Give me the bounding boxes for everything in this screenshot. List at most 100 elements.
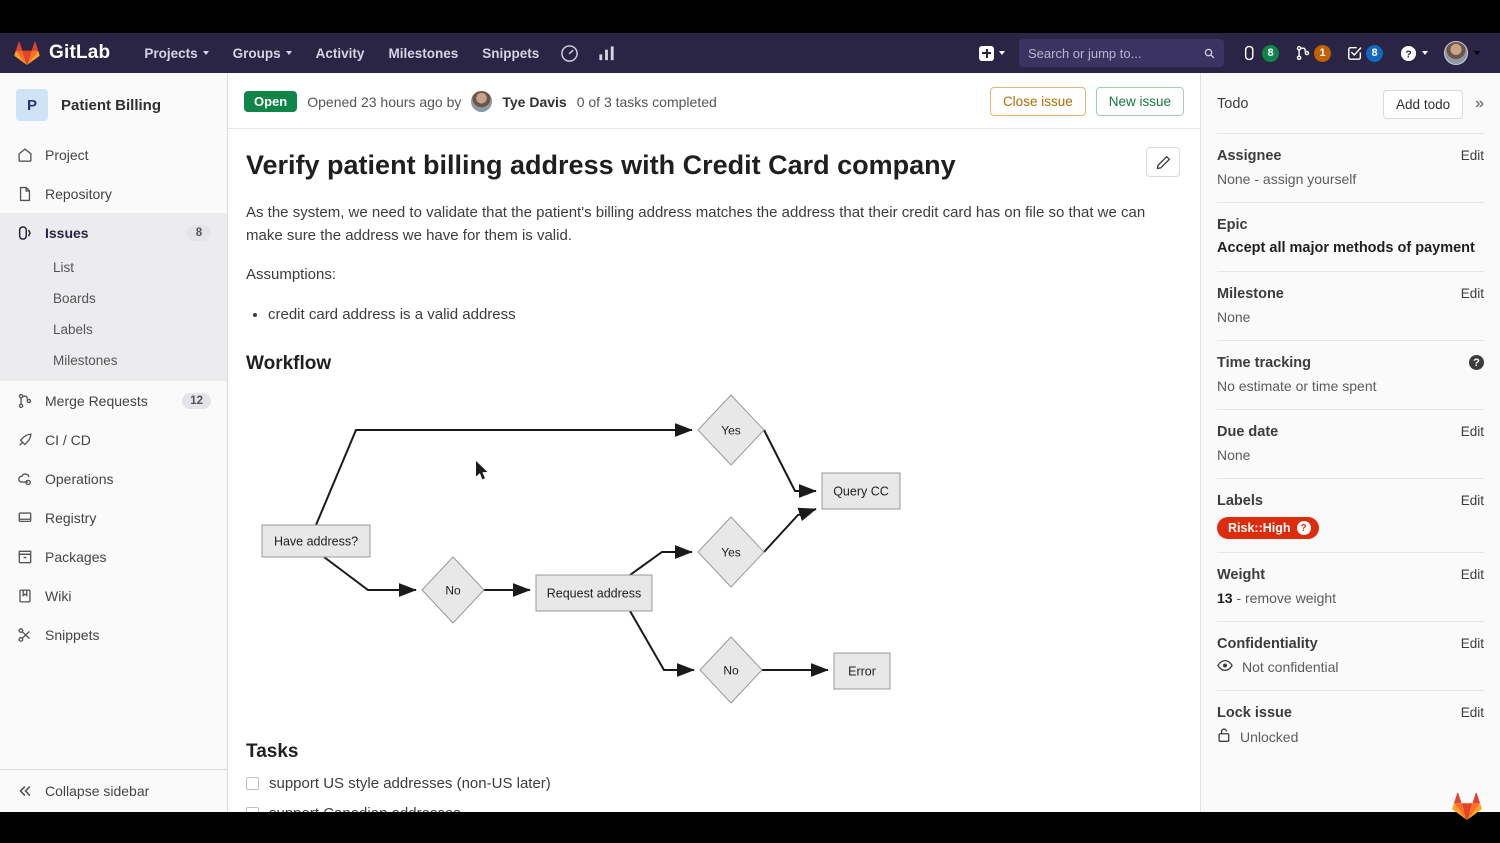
author-avatar[interactable] bbox=[471, 91, 493, 112]
chevron-double-left-icon bbox=[16, 783, 33, 800]
edit-issue-button[interactable] bbox=[1146, 147, 1180, 177]
nav-link-projects[interactable]: Projects bbox=[132, 38, 220, 69]
search-input[interactable] bbox=[1028, 45, 1204, 61]
label-chip-risk-high[interactable]: Risk::High ? bbox=[1217, 517, 1319, 540]
issue-author[interactable]: Tye Davis bbox=[502, 94, 566, 110]
time-tracking-help-icon[interactable]: ? bbox=[1469, 355, 1484, 371]
sidebar-item-packages[interactable]: Packages bbox=[0, 537, 227, 576]
label-help-icon[interactable]: ? bbox=[1296, 521, 1311, 536]
sidebar-item-ci-cd[interactable]: CI / CD bbox=[0, 420, 227, 459]
navbar-todos-counter[interactable]: 8 bbox=[1340, 40, 1390, 67]
task-row: support Canadian addresses bbox=[246, 805, 1172, 813]
collapse-sidebar-button[interactable]: Collapse sidebar bbox=[0, 769, 228, 812]
sidebar-item-project[interactable]: Project bbox=[0, 135, 227, 174]
weight-title: Weight bbox=[1217, 567, 1266, 584]
nav-link-groups[interactable]: Groups bbox=[221, 38, 304, 69]
mouse-cursor bbox=[476, 461, 490, 481]
sidebar-subitem-list[interactable]: List bbox=[0, 252, 227, 283]
nav-link-snippets[interactable]: Snippets bbox=[470, 38, 551, 69]
confidentiality-block: Confidentiality Edit Not confidential bbox=[1217, 621, 1484, 690]
package-icon bbox=[16, 548, 33, 565]
sidebar-mr-count: 12 bbox=[182, 392, 211, 409]
screen: GitLab Projects Groups Activity Mileston… bbox=[0, 0, 1500, 843]
flowchart-svg: Have address? Yes Query CC No Request ad… bbox=[261, 393, 901, 704]
project-header[interactable]: P Patient Billing bbox=[0, 73, 227, 135]
rocket-icon bbox=[16, 431, 33, 448]
collapse-sidebar-label: Collapse sidebar bbox=[45, 783, 150, 799]
nav-link-projects-label: Projects bbox=[144, 45, 198, 61]
flowchart-nodes: Have address? Yes Query CC No Request ad… bbox=[261, 393, 901, 704]
sidebar-item-registry[interactable]: Registry bbox=[0, 498, 227, 537]
issues-icon bbox=[1244, 45, 1254, 61]
edge-yes-top-to-query-cc bbox=[763, 429, 817, 498]
task-label: support Canadian addresses bbox=[269, 805, 461, 813]
chevron-down-icon bbox=[285, 51, 292, 55]
search-box[interactable] bbox=[1019, 39, 1224, 67]
lock-issue-value: Unlocked bbox=[1240, 728, 1299, 745]
node-request-address-label: Request address bbox=[547, 586, 642, 600]
assignee-block: Assignee Edit None - assign yourself bbox=[1217, 133, 1484, 202]
milestone-edit-button[interactable]: Edit bbox=[1461, 286, 1484, 301]
help-dropdown-button[interactable]: ? bbox=[1392, 39, 1436, 68]
sidebar-item-merge-requests[interactable]: Merge Requests 12 bbox=[0, 381, 227, 420]
weight-remove-link[interactable]: - remove weight bbox=[1233, 590, 1336, 606]
sidebar-subitem-boards[interactable]: Boards bbox=[0, 283, 227, 314]
sidebar-item-wiki[interactable]: Wiki bbox=[0, 576, 227, 615]
main-content: Open Opened 23 hours ago by Tye Davis 0 … bbox=[228, 73, 1200, 812]
sidebar-item-operations-label: Operations bbox=[45, 470, 114, 487]
node-error: Error bbox=[833, 652, 891, 689]
chevron-down-icon bbox=[1422, 51, 1428, 55]
close-issue-button[interactable]: Close issue bbox=[989, 87, 1086, 116]
task-checkbox[interactable] bbox=[246, 776, 259, 790]
navbar-mr-counter[interactable]: 1 bbox=[1288, 40, 1338, 67]
epic-value[interactable]: Accept all major methods of payment bbox=[1217, 239, 1484, 259]
due-date-value: None bbox=[1217, 447, 1251, 464]
milestone-block: Milestone Edit None bbox=[1217, 271, 1484, 340]
assignee-edit-button[interactable]: Edit bbox=[1461, 148, 1484, 163]
sidebar-item-snippets[interactable]: Snippets bbox=[0, 615, 227, 654]
issue-opened-text: Opened 23 hours ago by bbox=[307, 93, 462, 110]
new-issue-button[interactable]: New issue bbox=[1095, 87, 1184, 116]
assignee-value[interactable]: None - assign yourself bbox=[1217, 170, 1484, 189]
confidentiality-edit-button[interactable]: Edit bbox=[1461, 636, 1484, 651]
navbar-right: 8 1 8 ? bbox=[971, 37, 1486, 69]
home-icon bbox=[16, 146, 33, 163]
sidebar-item-merge-requests-label: Merge Requests bbox=[45, 392, 148, 409]
sidebar-item-operations[interactable]: Operations bbox=[0, 459, 227, 498]
unlock-icon bbox=[1217, 727, 1231, 748]
add-todo-button[interactable]: Add todo bbox=[1383, 89, 1464, 119]
workflow-heading: Workflow bbox=[246, 352, 332, 374]
analytics-icon[interactable] bbox=[588, 37, 625, 70]
nav-links: Projects Groups Activity Milestones Snip… bbox=[132, 37, 625, 70]
time-tracking-value: No estimate or time spent bbox=[1217, 378, 1377, 395]
expand-sidebar-icon[interactable]: » bbox=[1463, 89, 1484, 119]
merge-request-icon bbox=[1296, 45, 1310, 61]
node-yes-mid: Yes bbox=[697, 515, 765, 588]
weight-value: 13 - remove weight bbox=[1217, 589, 1484, 608]
issues-subnav: List Boards Labels Milestones bbox=[0, 252, 227, 381]
sidebar-item-repository[interactable]: Repository bbox=[0, 174, 227, 213]
sidebar-subitem-milestones[interactable]: Milestones bbox=[0, 345, 227, 376]
lock-issue-edit-button[interactable]: Edit bbox=[1461, 705, 1484, 720]
labels-block: Labels Edit Risk::High ? bbox=[1217, 478, 1484, 552]
nav-link-activity[interactable]: Activity bbox=[304, 38, 377, 69]
due-date-edit-button[interactable]: Edit bbox=[1461, 424, 1484, 439]
gitlab-logo-link[interactable]: GitLab bbox=[14, 41, 110, 65]
labels-edit-button[interactable]: Edit bbox=[1461, 493, 1484, 508]
weight-edit-button[interactable]: Edit bbox=[1461, 567, 1484, 582]
navbar-issues-counter[interactable]: 8 bbox=[1236, 40, 1286, 67]
gitlab-fox-icon bbox=[1452, 792, 1482, 820]
sidebar-item-issues[interactable]: Issues 8 bbox=[0, 213, 227, 252]
new-dropdown-button[interactable] bbox=[971, 40, 1013, 67]
confidentiality-title: Confidentiality bbox=[1217, 636, 1318, 653]
sidebar-subitem-labels[interactable]: Labels bbox=[0, 314, 227, 345]
file-icon bbox=[16, 185, 33, 202]
node-query-cc: Query CC bbox=[821, 472, 901, 509]
user-menu-button[interactable] bbox=[1438, 37, 1486, 69]
node-no-bottom-label: No bbox=[723, 663, 739, 677]
nav-link-milestones[interactable]: Milestones bbox=[376, 38, 470, 69]
node-have-address-label: Have address? bbox=[274, 534, 358, 548]
gitlab-wordmark: GitLab bbox=[49, 42, 111, 63]
speedometer-icon[interactable] bbox=[551, 37, 588, 70]
page-title: Verify patient billing address with Cred… bbox=[246, 150, 956, 180]
